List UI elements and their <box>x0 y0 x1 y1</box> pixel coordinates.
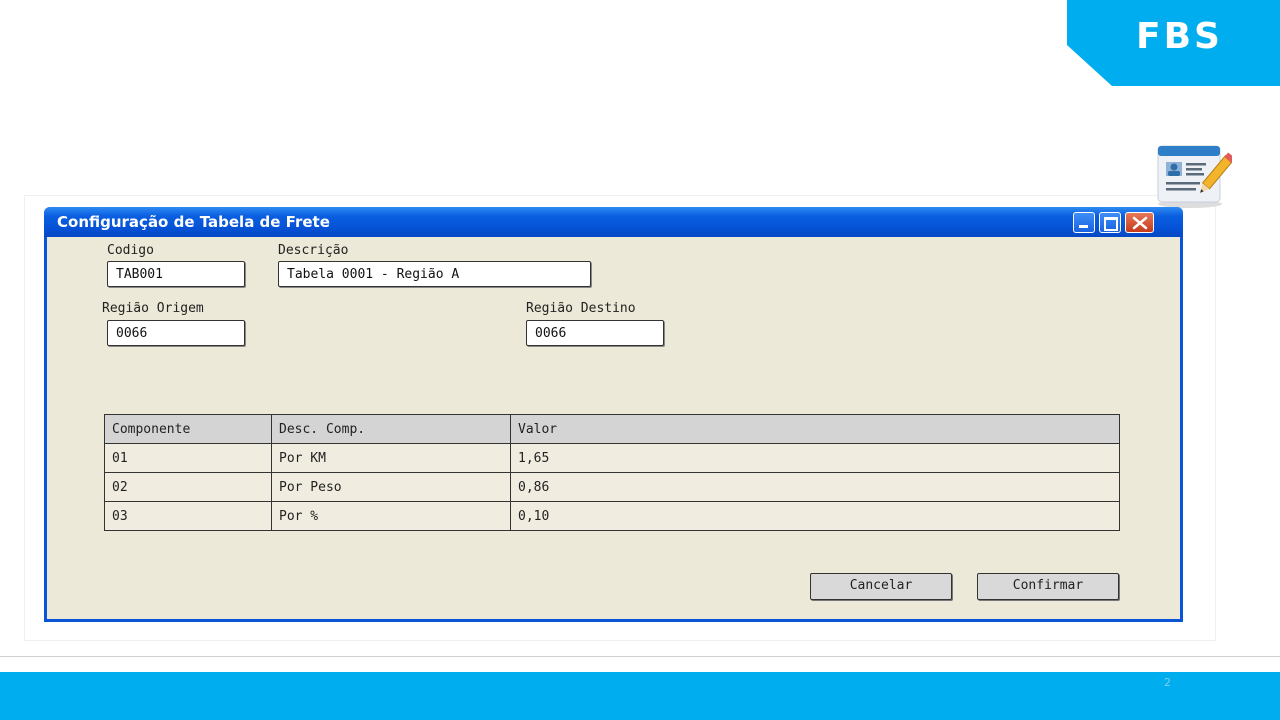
close-button[interactable] <box>1125 212 1154 233</box>
descricao-field[interactable] <box>278 261 591 287</box>
freight-components-table: Componente Desc. Comp. Valor 01 Por KM 1… <box>104 414 1120 531</box>
column-header-desc-comp[interactable]: Desc. Comp. <box>271 414 511 444</box>
minimize-button[interactable] <box>1073 212 1095 233</box>
cell-componente: 01 <box>104 443 272 473</box>
window-title-bar[interactable]: Configuração de Tabela de Frete <box>44 207 1183 237</box>
footer-bar <box>0 672 1280 720</box>
table-row[interactable]: 02 Por Peso 0,86 <box>104 472 1120 502</box>
cell-componente: 02 <box>104 472 272 502</box>
confirm-button[interactable]: Confirmar <box>977 573 1119 600</box>
table-row[interactable]: 03 Por % 0,10 <box>104 501 1120 531</box>
close-icon <box>1132 216 1148 230</box>
cell-valor: 0,10 <box>510 501 1120 531</box>
freight-table-window: Configuração de Tabela de Frete Codigo D… <box>44 207 1183 622</box>
document-edit-icon <box>1157 145 1232 208</box>
maximize-button[interactable] <box>1099 212 1121 233</box>
table-row[interactable]: 01 Por KM 1,65 <box>104 443 1120 473</box>
table-header-row: Componente Desc. Comp. Valor <box>104 414 1120 444</box>
regiao-origem-field[interactable] <box>107 320 245 346</box>
codigo-field[interactable] <box>107 261 245 287</box>
maximize-icon <box>1104 217 1118 231</box>
regiao-destino-field[interactable] <box>526 320 664 346</box>
footer-divider <box>0 656 1280 657</box>
window-title: Configuração de Tabela de Frete <box>57 213 330 231</box>
column-header-valor[interactable]: Valor <box>510 414 1120 444</box>
cell-valor: 0,86 <box>510 472 1120 502</box>
cell-desc-comp: Por Peso <box>271 472 511 502</box>
codigo-label: Codigo <box>107 243 154 258</box>
cell-desc-comp: Por KM <box>271 443 511 473</box>
cell-valor: 1,65 <box>510 443 1120 473</box>
column-header-componente[interactable]: Componente <box>104 414 272 444</box>
cell-componente: 03 <box>104 501 272 531</box>
page-number: 2 <box>1164 676 1171 689</box>
descricao-label: Descrição <box>278 243 349 258</box>
minimize-icon <box>1079 225 1088 228</box>
regiao-destino-label: Região Destino <box>526 301 636 316</box>
cell-desc-comp: Por % <box>271 501 511 531</box>
brand-logo: FBS <box>1136 16 1223 57</box>
regiao-origem-label: Região Origem <box>102 301 204 316</box>
cancel-button[interactable]: Cancelar <box>810 573 952 600</box>
